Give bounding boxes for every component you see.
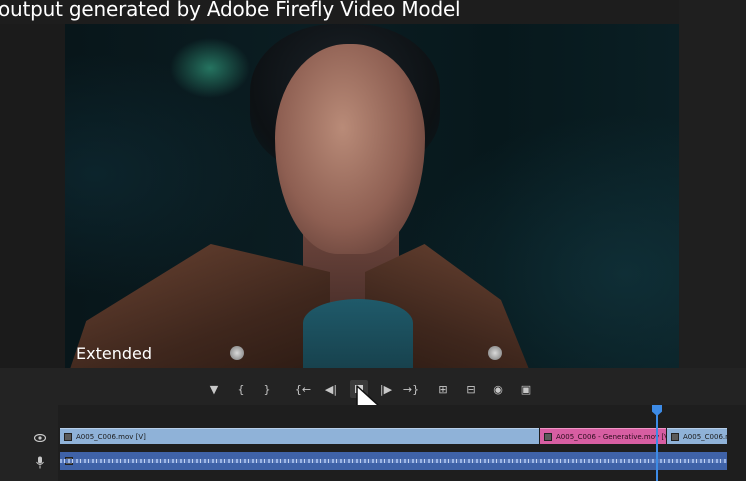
video-clip[interactable]: A005_C006.mov [V] <box>667 428 727 444</box>
fx-badge-icon <box>544 433 552 441</box>
fx-badge-icon <box>64 433 72 441</box>
video-clip[interactable]: A005_C006.mov [V] <box>60 428 539 444</box>
right-panel-edge <box>679 0 746 368</box>
go-to-in-glyph: {← <box>294 382 312 396</box>
go-to-out-glyph: →} <box>402 382 420 396</box>
add-marker-icon[interactable]: ▼ <box>205 380 223 398</box>
microphone-svg <box>36 456 44 468</box>
mark-in-icon[interactable]: { <box>232 380 250 398</box>
program-monitor-viewer[interactable]: Extended <box>65 24 679 368</box>
video-frame-subject-face <box>275 44 425 254</box>
camera-glyph: ◉ <box>493 382 503 396</box>
audio-clip[interactable] <box>60 452 727 470</box>
left-panel-edge <box>0 24 65 368</box>
microphone-icon[interactable] <box>33 455 47 469</box>
insert-glyph: ⊞ <box>438 382 448 396</box>
step-back-icon[interactable]: ◀| <box>322 380 340 398</box>
clip-label: A005_C006.mov [V] <box>683 433 727 441</box>
audio-waveform <box>60 459 727 463</box>
overwrite-icon[interactable]: ⊟ <box>462 380 480 398</box>
step-back-glyph: ◀| <box>324 382 338 396</box>
eye-svg <box>34 434 46 442</box>
playhead-line[interactable] <box>656 414 658 481</box>
video-frame-shirt <box>303 299 413 368</box>
export-frame-icon[interactable]: ◉ <box>489 380 507 398</box>
compare-glyph: ▣ <box>520 382 532 396</box>
compare-view-icon[interactable]: ▣ <box>517 380 535 398</box>
add-marker-glyph: ▼ <box>209 382 219 396</box>
mark-out-glyph: } <box>263 382 271 396</box>
mark-in-glyph: { <box>237 382 245 396</box>
caption-text: output generated by Adobe Firefly Video … <box>0 0 461 21</box>
fx-badge-icon <box>671 433 679 441</box>
clip-label: A005_C006 - Generative.mov [V] <box>556 433 666 441</box>
track-headers <box>0 405 58 481</box>
go-to-out-icon[interactable]: →} <box>402 380 420 398</box>
clip-label: A005_C006.mov [V] <box>76 433 146 441</box>
generative-video-clip[interactable]: A005_C006 - Generative.mov [V] <box>540 428 666 444</box>
mark-out-icon[interactable]: } <box>258 380 276 398</box>
video-frame-button-right <box>488 346 502 360</box>
insert-icon[interactable]: ⊞ <box>434 380 452 398</box>
extended-label: Extended <box>76 344 152 363</box>
overwrite-glyph: ⊟ <box>466 382 476 396</box>
go-to-in-icon[interactable]: {← <box>294 380 312 398</box>
video-frame-button-left <box>230 346 244 360</box>
eye-icon[interactable] <box>33 431 47 445</box>
